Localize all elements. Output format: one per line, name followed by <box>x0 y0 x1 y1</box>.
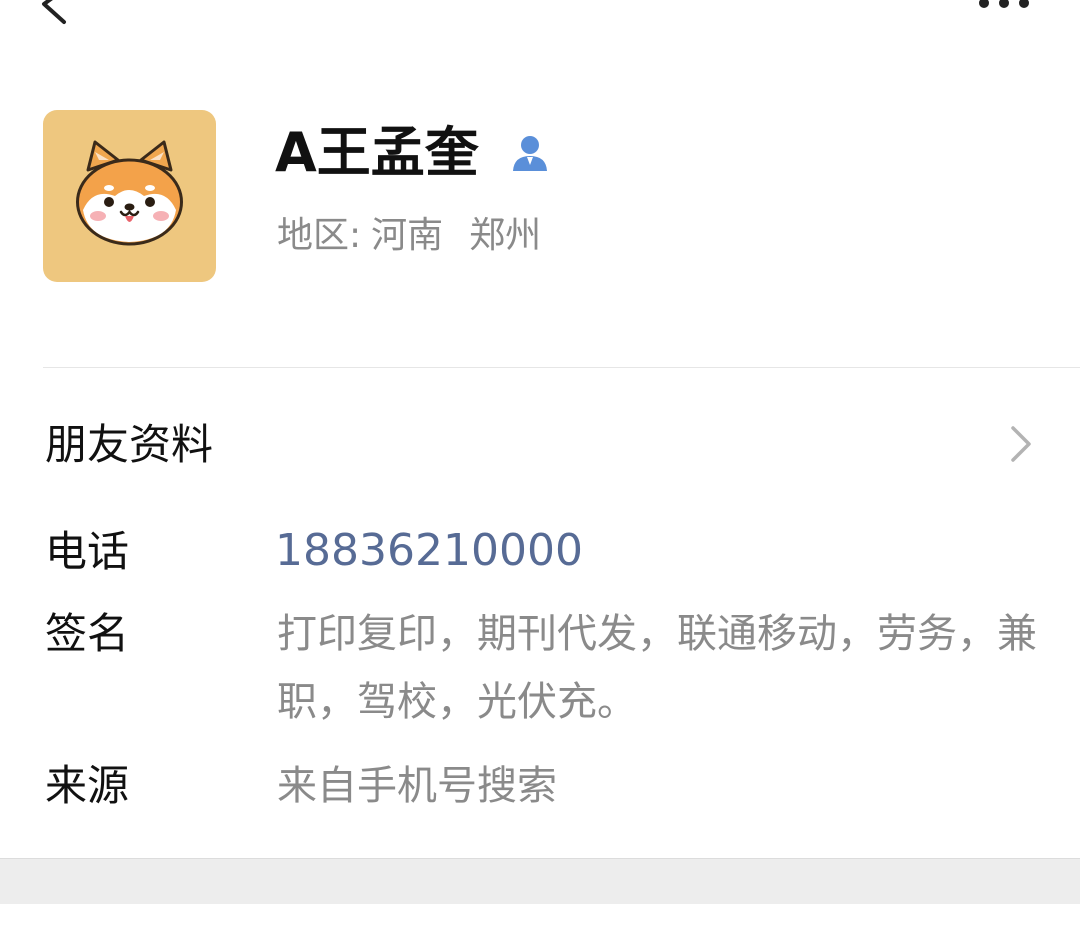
friend-profile-row[interactable]: 朋友资料 <box>0 400 1080 490</box>
source-value: 来自手机号搜索 <box>277 763 557 809</box>
friend-profile-label: 朋友资料 <box>45 420 214 469</box>
region-label: 地区: <box>277 215 362 256</box>
source-label: 来源 <box>45 761 130 810</box>
more-dots-icon[interactable] <box>976 0 1032 10</box>
divider <box>43 367 1080 368</box>
signature-value: 打印复印，期刊代发，联通移动，劳务，兼职，驾校，光伏充。 <box>277 611 1037 725</box>
person-icon <box>513 136 547 171</box>
region-city: 郑州 <box>469 215 542 256</box>
contact-profile-screen: A王孟奎 地区: 河南 郑州 朋友资料 电话 18836210000 签名 打印复印… <box>0 0 1080 950</box>
back-chevron-icon[interactable] <box>36 0 80 26</box>
signature-label: 签名 <box>45 609 130 658</box>
contact-name: A王孟奎 <box>275 121 479 184</box>
phone-label: 电话 <box>45 527 130 576</box>
phone-number-link[interactable]: 18836210000 <box>275 524 583 578</box>
chevron-right-icon <box>1011 426 1031 462</box>
avatar[interactable] <box>43 110 216 282</box>
shiba-dog-avatar-icon <box>76 140 183 246</box>
region: 地区: 河南 郑州 <box>277 213 541 259</box>
bottom-card <box>0 904 1080 950</box>
region-province: 河南 <box>371 215 444 256</box>
section-separator <box>0 858 1080 904</box>
